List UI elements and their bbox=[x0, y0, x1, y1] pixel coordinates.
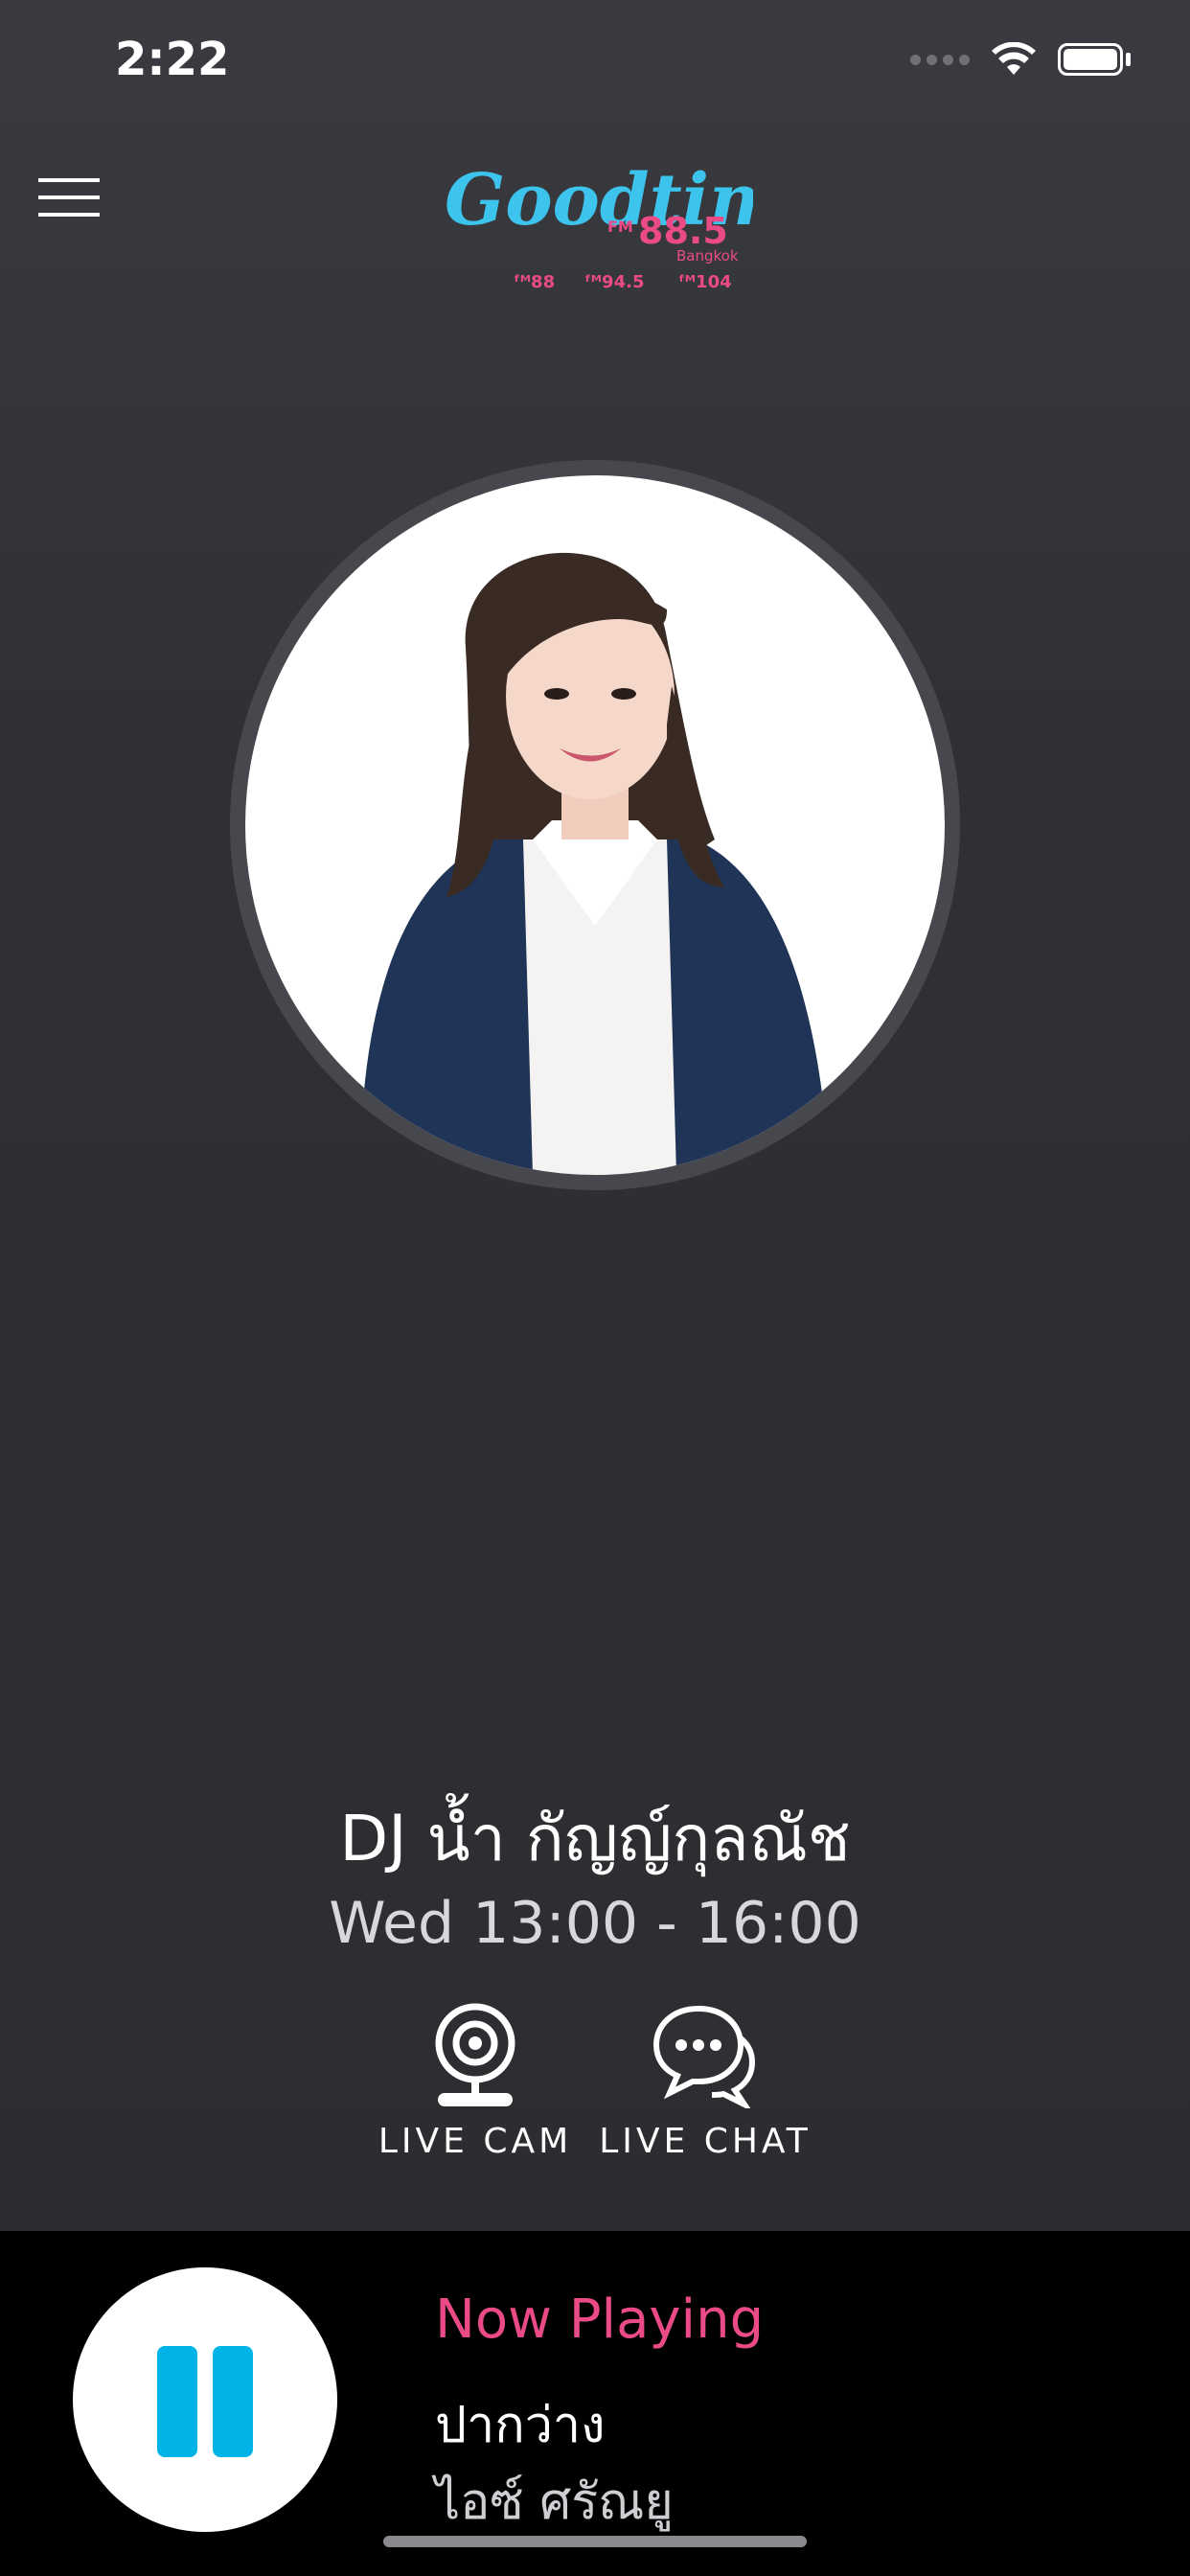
hamburger-menu-icon[interactable] bbox=[38, 178, 100, 217]
pause-icon-bar bbox=[213, 2346, 253, 2457]
svg-text:ᶠᴹ94.5: ᶠᴹ94.5 bbox=[584, 272, 644, 292]
status-time: 2:22 bbox=[115, 33, 230, 86]
wifi-icon bbox=[992, 42, 1036, 75]
live-chat-label: LIVE CHAT bbox=[599, 2122, 812, 2161]
home-indicator[interactable] bbox=[383, 2536, 807, 2547]
svg-text:ᶠᴹ104: ᶠᴹ104 bbox=[678, 272, 732, 292]
dj-photo bbox=[245, 475, 945, 1175]
live-chat-button[interactable]: LIVE CHAT bbox=[590, 2001, 820, 2161]
svg-text:Bangkok: Bangkok bbox=[676, 247, 739, 264]
now-playing-label: Now Playing bbox=[435, 2288, 765, 2351]
song-title: ปากว่าง bbox=[435, 2397, 606, 2454]
webcam-icon bbox=[435, 2003, 515, 2106]
pause-icon bbox=[157, 2346, 197, 2457]
artist-name: ไอซ์ ศรัณยู bbox=[435, 2473, 674, 2531]
pause-button[interactable] bbox=[73, 2267, 337, 2532]
show-schedule: Wed 13:00 - 16:00 bbox=[329, 1890, 861, 1957]
live-cam-label: LIVE CAM bbox=[378, 2122, 573, 2161]
svg-text:88.5: 88.5 bbox=[638, 210, 728, 252]
cellular-signal-icon bbox=[910, 54, 970, 65]
dj-name: DJ น้ำ กัญญ์กุลณัช bbox=[339, 1802, 851, 1875]
chat-bubbles-icon bbox=[652, 2005, 756, 2108]
svg-text:FM: FM bbox=[607, 218, 633, 236]
goodtime-logo: Goodtime FM 88.5 Bangkok ᶠᴹ88 ᶠᴹ94.5 ᶠᴹ1… bbox=[437, 142, 829, 305]
svg-text:ᶠᴹ88: ᶠᴹ88 bbox=[514, 272, 555, 292]
now-playing-bar: Now Playing ปากว่าง ไอซ์ ศรัณยู bbox=[0, 2231, 1190, 2576]
battery-icon bbox=[1058, 43, 1131, 76]
status-icons bbox=[910, 42, 1131, 77]
live-cam-button[interactable]: LIVE CAM bbox=[360, 2001, 590, 2161]
